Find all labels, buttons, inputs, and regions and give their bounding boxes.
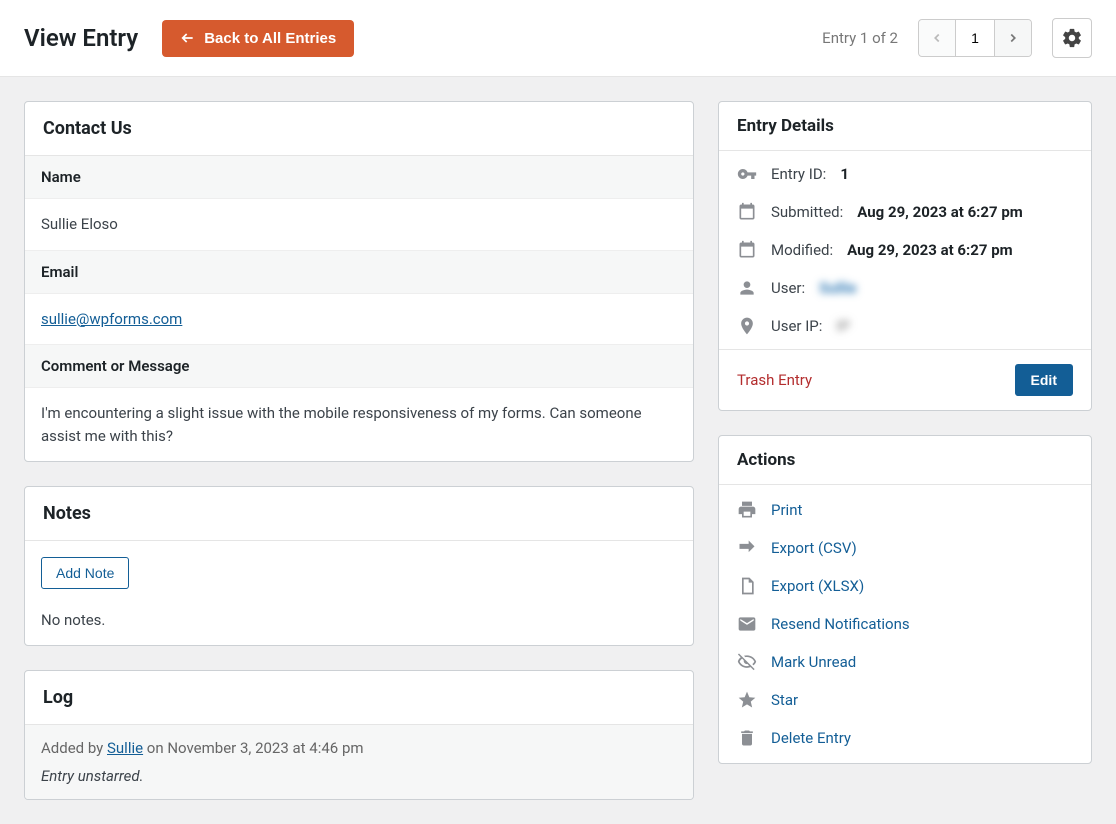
actions-title: Actions — [719, 436, 1091, 485]
log-panel: Log Added by Sullie on November 3, 2023 … — [24, 670, 694, 800]
action-star-link[interactable]: Star — [771, 691, 798, 709]
entry-count-label: Entry 1 of 2 — [822, 29, 898, 47]
entry-details-panel: Entry Details Entry ID: 1 Submitted: Aug… — [718, 101, 1092, 411]
export-csv-icon — [737, 538, 757, 558]
log-title: Log — [25, 671, 693, 725]
header-left: View Entry Back to All Entries — [24, 20, 354, 57]
pager-page-input[interactable] — [955, 20, 995, 56]
form-title: Contact Us — [25, 102, 693, 156]
trash-icon — [737, 728, 757, 748]
form-entry-panel: Contact Us Name Sullie Eloso Email sulli… — [24, 101, 694, 462]
detail-row-entry-id: Entry ID: 1 — [719, 155, 1091, 193]
pager-prev-button[interactable] — [919, 20, 955, 56]
notes-title: Notes — [25, 487, 693, 541]
modified-value: Aug 29, 2023 at 6:27 pm — [847, 241, 1013, 259]
notes-empty-text: No notes. — [41, 611, 677, 629]
user-ip-label: User IP: — [771, 317, 822, 335]
page-header: View Entry Back to All Entries Entry 1 o… — [0, 0, 1116, 77]
action-mark-unread-link[interactable]: Mark Unread — [771, 653, 856, 671]
log-entry-meta: Added by Sullie on November 3, 2023 at 4… — [41, 739, 677, 757]
settings-button[interactable] — [1052, 18, 1092, 58]
user-icon — [737, 278, 757, 298]
action-star: Star — [719, 681, 1091, 719]
entry-id-label: Entry ID: — [771, 165, 826, 183]
calendar-icon — [737, 240, 757, 260]
log-added-by-suffix: on November 3, 2023 at 4:46 pm — [143, 739, 363, 757]
header-right: Entry 1 of 2 — [822, 18, 1092, 58]
trash-entry-link[interactable]: Trash Entry — [737, 371, 812, 389]
actions-panel: Actions Print Export (CSV) Export (XLSX)… — [718, 435, 1092, 764]
field-label-message: Comment or Message — [25, 345, 693, 388]
action-print: Print — [719, 491, 1091, 529]
export-xlsx-icon — [737, 576, 757, 596]
action-delete: Delete Entry — [719, 719, 1091, 757]
log-added-by-prefix: Added by — [41, 739, 107, 757]
user-ip-value: IP — [836, 317, 850, 335]
form-fields: Name Sullie Eloso Email sullie@wpforms.c… — [25, 156, 693, 461]
field-value-name: Sullie Eloso — [25, 199, 693, 251]
user-value: Sullie — [819, 279, 856, 297]
add-note-button[interactable]: Add Note — [41, 557, 129, 589]
action-export-xlsx-link[interactable]: Export (XLSX) — [771, 577, 864, 595]
calendar-icon — [737, 202, 757, 222]
field-label-name: Name — [25, 156, 693, 199]
field-value-email: sullie@wpforms.com — [25, 294, 693, 346]
page-title: View Entry — [24, 24, 138, 52]
log-body: Added by Sullie on November 3, 2023 at 4… — [25, 725, 693, 799]
key-icon — [737, 164, 757, 184]
notes-panel: Notes Add Note No notes. — [24, 486, 694, 646]
detail-row-modified: Modified: Aug 29, 2023 at 6:27 pm — [719, 231, 1091, 269]
location-pin-icon — [737, 316, 757, 336]
action-export-csv-link[interactable]: Export (CSV) — [771, 539, 857, 557]
eye-slash-icon — [737, 652, 757, 672]
action-delete-link[interactable]: Delete Entry — [771, 729, 851, 747]
action-resend-link[interactable]: Resend Notifications — [771, 615, 910, 633]
action-mark-unread: Mark Unread — [719, 643, 1091, 681]
modified-label: Modified: — [771, 241, 833, 259]
side-column: Entry Details Entry ID: 1 Submitted: Aug… — [718, 101, 1092, 764]
chevron-left-icon — [930, 31, 944, 45]
user-label: User: — [771, 279, 805, 297]
star-icon — [737, 690, 757, 710]
arrow-left-icon — [180, 30, 196, 46]
entry-details-footer: Trash Entry Edit — [719, 349, 1091, 410]
content-area: Contact Us Name Sullie Eloso Email sulli… — [0, 77, 1116, 824]
action-export-xlsx: Export (XLSX) — [719, 567, 1091, 605]
entry-details-title: Entry Details — [719, 102, 1091, 151]
log-action-text: Entry unstarred. — [41, 767, 677, 785]
actions-list: Print Export (CSV) Export (XLSX) Resend … — [719, 485, 1091, 763]
back-button-label: Back to All Entries — [204, 30, 336, 47]
field-value-message: I'm encountering a slight issue with the… — [25, 388, 693, 461]
print-icon — [737, 500, 757, 520]
main-column: Contact Us Name Sullie Eloso Email sulli… — [24, 101, 694, 800]
action-export-csv: Export (CSV) — [719, 529, 1091, 567]
gear-icon — [1061, 27, 1083, 49]
entry-id-value: 1 — [840, 165, 849, 183]
pager-next-button[interactable] — [995, 20, 1031, 56]
back-to-entries-button[interactable]: Back to All Entries — [162, 20, 354, 57]
submitted-label: Submitted: — [771, 203, 843, 221]
chevron-right-icon — [1006, 31, 1020, 45]
log-user-link[interactable]: Sullie — [107, 739, 143, 757]
mail-icon — [737, 614, 757, 634]
submitted-value: Aug 29, 2023 at 6:27 pm — [857, 203, 1023, 221]
action-resend: Resend Notifications — [719, 605, 1091, 643]
edit-entry-button[interactable]: Edit — [1015, 364, 1073, 396]
entry-details-list: Entry ID: 1 Submitted: Aug 29, 2023 at 6… — [719, 151, 1091, 349]
detail-row-submitted: Submitted: Aug 29, 2023 at 6:27 pm — [719, 193, 1091, 231]
action-print-link[interactable]: Print — [771, 501, 802, 519]
detail-row-user-ip: User IP: IP — [719, 307, 1091, 345]
notes-body: Add Note No notes. — [25, 541, 693, 645]
email-link[interactable]: sullie@wpforms.com — [41, 310, 182, 328]
entry-pager — [918, 19, 1032, 57]
detail-row-user: User: Sullie — [719, 269, 1091, 307]
field-label-email: Email — [25, 251, 693, 294]
